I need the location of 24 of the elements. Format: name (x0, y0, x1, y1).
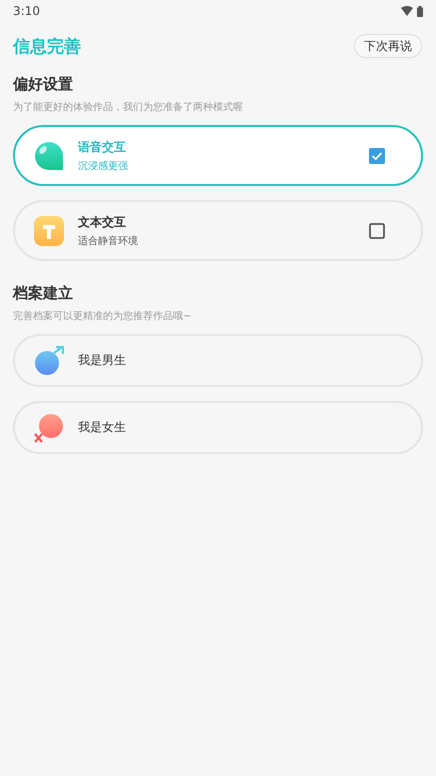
chat-bubble-icon (34, 140, 64, 170)
gender-label: 我是男生 (78, 352, 126, 369)
mode-description: 沉浸感更强 (78, 160, 129, 172)
section-subtitle: 为了能更好的体验作品，我们为您准备了两种模式喔 (13, 100, 244, 114)
gender-option[interactable]: 我是女生 (13, 401, 423, 454)
mode-description: 适合静音环境 (78, 234, 139, 248)
wifi-icon (401, 6, 413, 16)
section-title: 偏好设置 (13, 75, 74, 94)
mode-option[interactable]: 文本交互 适合静音环境 (13, 200, 423, 261)
status-time: 3:10 (13, 4, 40, 18)
female-symbol-icon (34, 412, 64, 442)
male-symbol-icon (34, 346, 64, 376)
section-title: 档案建立 (13, 284, 74, 303)
skip-button[interactable]: 下次再说 (354, 34, 422, 58)
battery-icon (417, 6, 423, 16)
checkbox[interactable] (369, 148, 385, 164)
mode-title: 语音交互 (78, 138, 127, 156)
checkbox[interactable] (369, 222, 385, 238)
text-icon (34, 216, 64, 246)
page-title: 信息完善 (13, 36, 81, 58)
gender-option[interactable]: 我是男生 (13, 334, 423, 387)
mode-title: 文本交互 (78, 214, 127, 230)
section-subtitle: 完善档案可以更精准的为您推荐作品哦~ (13, 310, 192, 323)
gender-label: 我是女生 (78, 419, 126, 436)
